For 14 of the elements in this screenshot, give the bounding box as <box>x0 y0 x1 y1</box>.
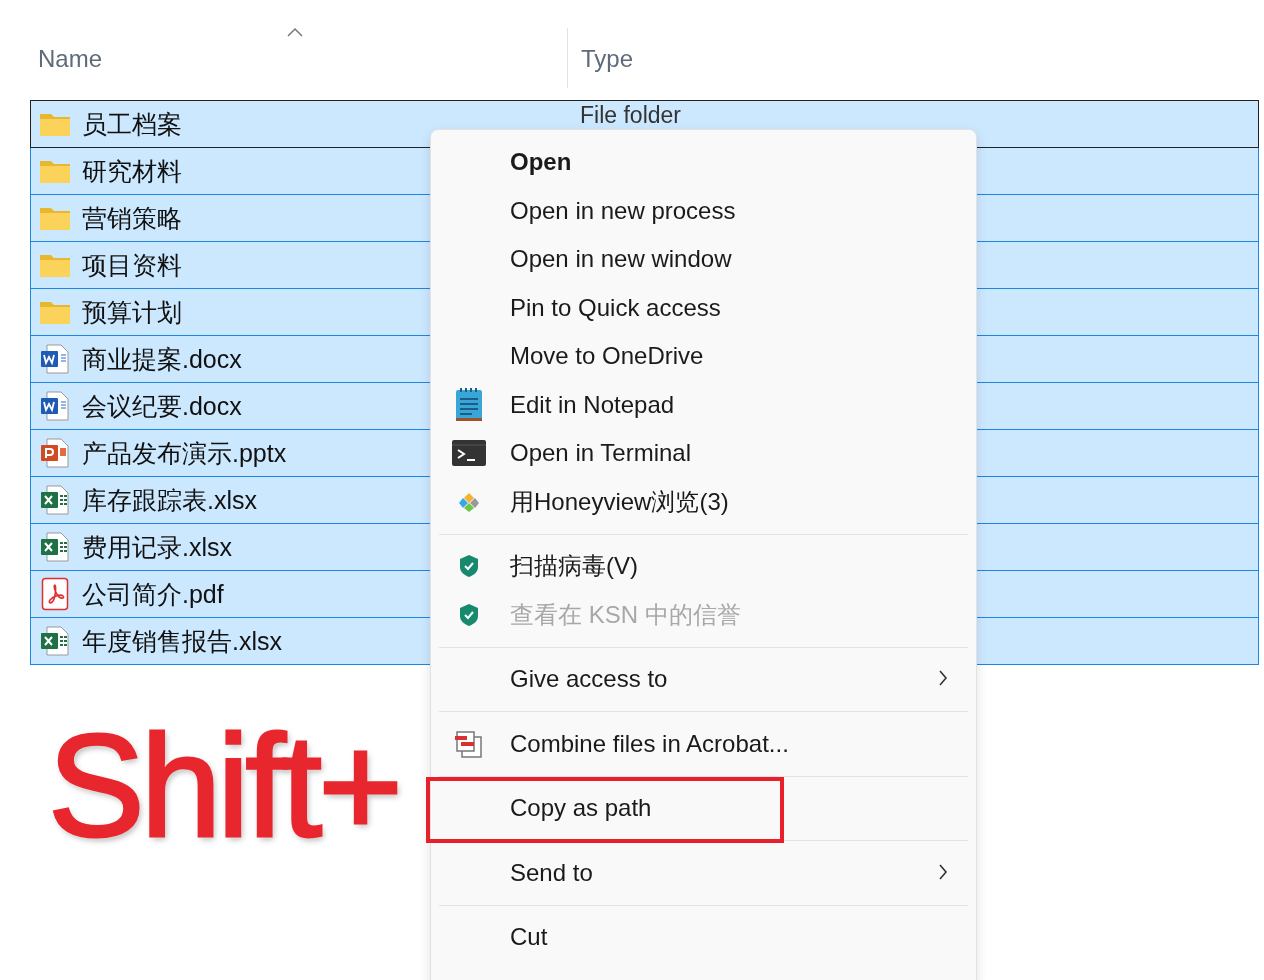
file-type: File folder <box>580 103 681 127</box>
file-name: 员工档案 <box>82 108 182 140</box>
file-name: 项目资料 <box>82 249 182 281</box>
file-name: 营销策略 <box>82 202 182 234</box>
file-name: 产品发布演示.pptx <box>82 437 287 469</box>
file-name: 年度销售报告.xlsx <box>82 625 282 657</box>
file-name: 研究材料 <box>82 155 182 187</box>
annotation-text: Shift+ <box>48 714 399 859</box>
file-name: 费用记录.xlsx <box>82 531 232 563</box>
file-name: 会议纪要.docx <box>82 390 242 422</box>
file-name: 公司简介.pdf <box>82 578 224 610</box>
file-name: 预算计划 <box>82 296 182 328</box>
file-name: 库存跟踪表.xlsx <box>82 484 257 516</box>
file-name: 商业提案.docx <box>82 343 242 375</box>
